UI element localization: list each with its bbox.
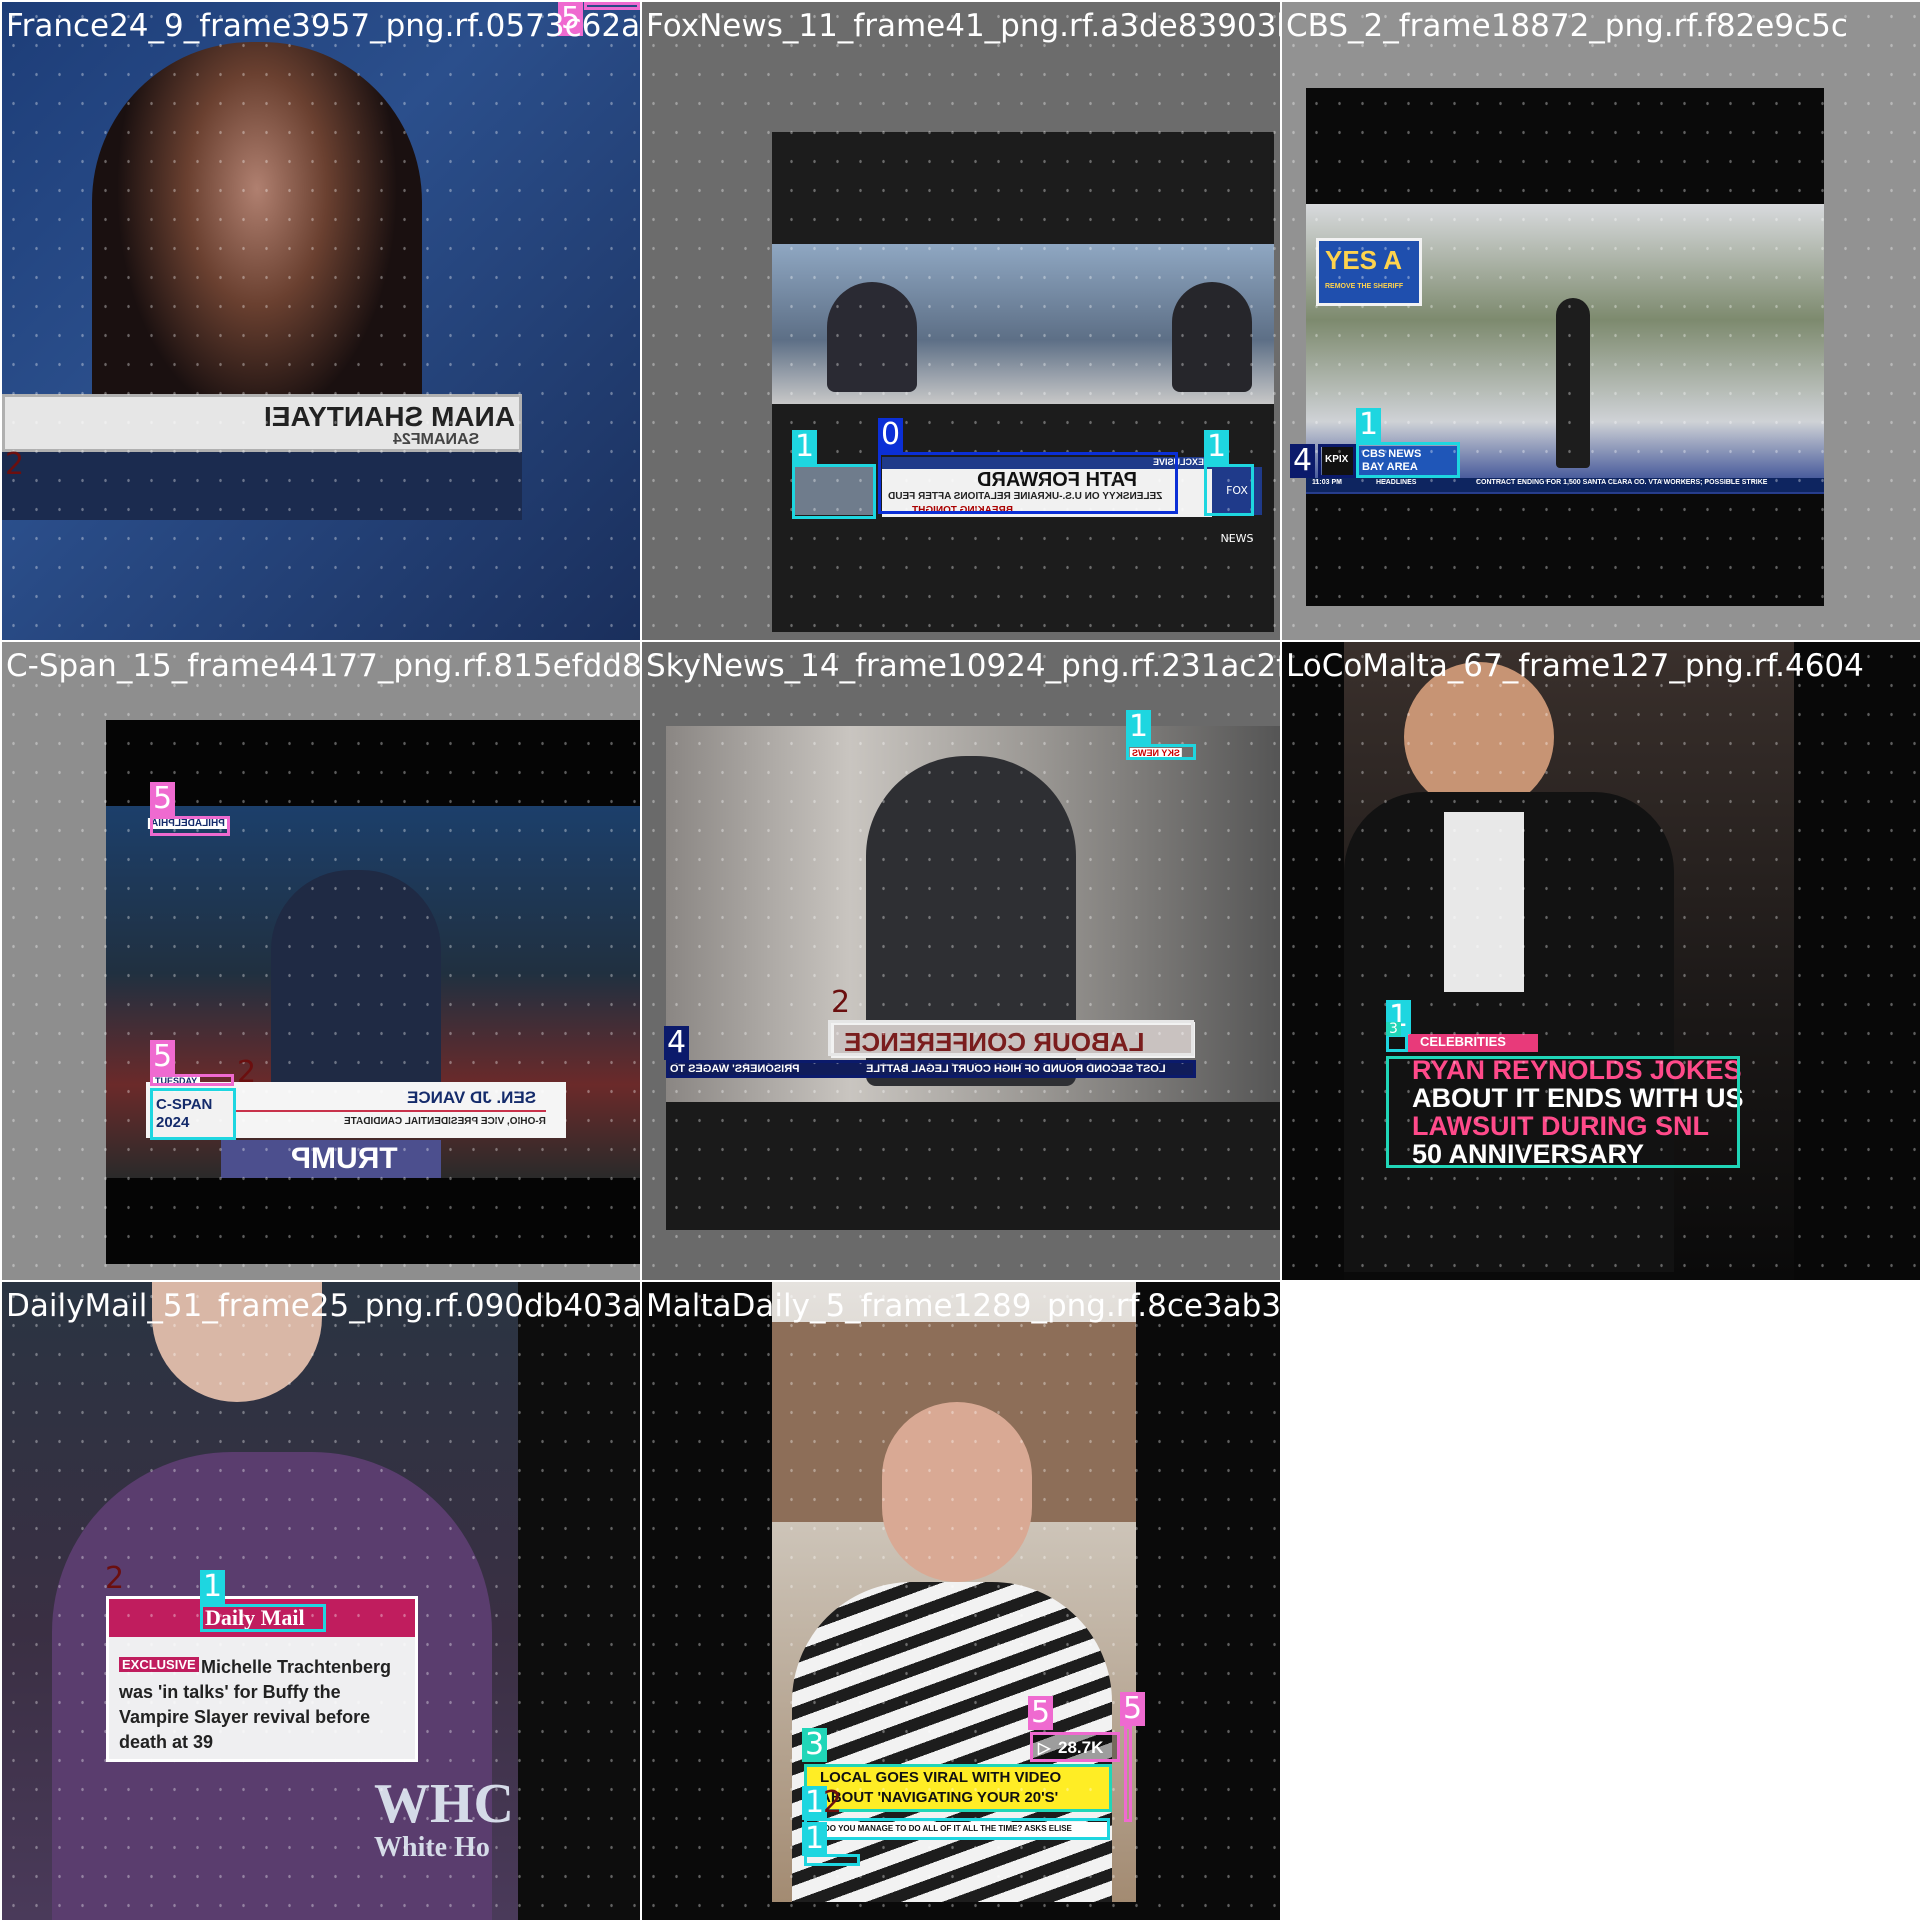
- bbox: [150, 1074, 234, 1086]
- bbox-label: 2: [105, 1561, 125, 1596]
- bbox: [804, 1764, 1112, 1812]
- bbox-label: 2: [831, 985, 851, 1020]
- bbox-label: 1: [200, 1570, 226, 1604]
- tile-foxnews: EXCLUSIVE PATH FORWARD ZELENSKYY ON U.S.…: [642, 2, 1280, 640]
- tile-maltadaily: ▷ 28.7K LOCAL GOES VIRAL WITH VIDEO ABOU…: [642, 1282, 1280, 1920]
- tile-filename: FoxNews_11_frame41_png.rf.a3de83903b201a: [646, 8, 1280, 44]
- bbox-label: 1: [792, 430, 818, 464]
- bbox-label: 1: [1356, 408, 1382, 442]
- bbox-label: 0: [878, 418, 904, 452]
- bbox: [804, 1818, 1110, 1840]
- empty-cell: [1282, 1282, 1920, 1920]
- bbox: [1126, 744, 1196, 760]
- bbox-label: 2: [823, 1785, 843, 1820]
- tile-cspan: SEN. JD VANCE R-OHIO, VICE PRESIDENTIAL …: [2, 642, 640, 1280]
- tile-filename: DailyMail_51_frame25_png.rf.090db403a18f: [6, 1288, 640, 1324]
- bbox: [878, 452, 1178, 514]
- bbox-label: 3: [1386, 1022, 1401, 1036]
- bbox: [1356, 442, 1460, 478]
- tile-france24: ANAM SHANTYAEI SANAMF24 5 2 France24_9_f…: [2, 2, 640, 640]
- bbox-label: 1: [802, 1822, 828, 1856]
- bbox-label: 5: [1120, 1692, 1146, 1726]
- tile-locomalta: CELEBRITIES RYAN REYNOLDS JOKES ABOUT IT…: [1282, 642, 1920, 1280]
- bbox-label: 5: [150, 782, 176, 816]
- tile-skynews: LABOUR CONFERENCE PRISONERS' WAGES TO LO…: [642, 642, 1280, 1280]
- bbox: [828, 1020, 1194, 1056]
- noise-overlay: [642, 642, 1280, 1280]
- bbox-label: 5: [1028, 1696, 1054, 1730]
- tile-filename: MaltaDaily_5_frame1289_png.rf.8ce3ab334f: [646, 1288, 1280, 1324]
- noise-overlay: [642, 2, 1280, 640]
- tile-cbs: YES A REMOVE THE SHERIFF KPIX CBS NEWS B…: [1282, 2, 1920, 640]
- noise-overlay: [1282, 642, 1920, 1280]
- bbox-label: 1: [1204, 430, 1230, 464]
- bbox-label: 3: [802, 1728, 828, 1762]
- bbox: [150, 1088, 236, 1140]
- bbox: [666, 1060, 1196, 1078]
- bbox: [1124, 1726, 1132, 1822]
- bbox: [150, 816, 230, 836]
- bbox: [792, 464, 876, 519]
- bbox: [1030, 1732, 1120, 1762]
- bbox-label: 2: [5, 447, 25, 482]
- tile-dailymail: WHC White Ho Daily Mail EXCLUSIVE Michel…: [2, 1282, 640, 1920]
- bbox-label: 4: [1290, 444, 1316, 478]
- tile-filename: SkyNews_14_frame10924_png.rf.231ac2ff1d: [646, 648, 1280, 684]
- tile-filename: C-Span_15_frame44177_png.rf.815efdd8e0: [6, 648, 640, 684]
- bbox: [1204, 464, 1254, 516]
- tile-filename: LoCoMalta_67_frame127_png.rf.4604: [1286, 648, 1864, 684]
- bbox-label: 2: [237, 1055, 257, 1090]
- tile-filename: France24_9_frame3957_png.rf.0573c62a1b9: [6, 8, 640, 44]
- bbox-label: 4: [664, 1026, 690, 1060]
- bbox-label: 5: [150, 1040, 176, 1074]
- bbox-label: 1: [1126, 710, 1152, 744]
- noise-overlay: [1282, 2, 1920, 640]
- tile-filename: CBS_2_frame18872_png.rf.f82e9c5c: [1286, 8, 1848, 44]
- noise-overlay: [2, 2, 640, 640]
- bbox: [1318, 444, 1356, 478]
- noise-overlay: [2, 642, 640, 1280]
- bbox: [1386, 1056, 1740, 1168]
- bbox: [200, 1604, 326, 1632]
